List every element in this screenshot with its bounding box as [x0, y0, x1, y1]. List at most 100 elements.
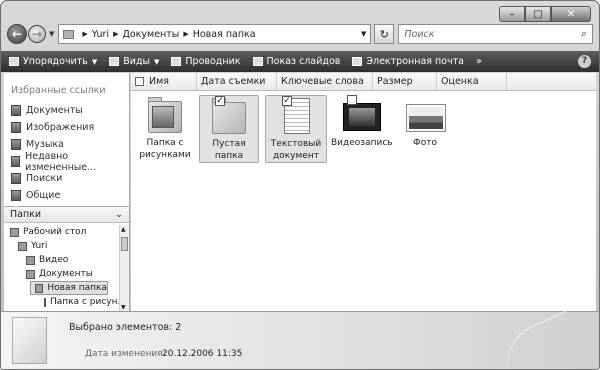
help-icon[interactable]: ?: [578, 55, 591, 68]
file-item-photo[interactable]: Фото: [395, 95, 455, 149]
search-icon[interactable]: ⌕: [581, 27, 587, 41]
favorite-label: Общие: [26, 190, 61, 201]
modified-label: Дата изменения:: [85, 349, 166, 359]
file-item-picture-folder[interactable]: Папка с рисунками: [135, 95, 195, 161]
column-headers: Имя Дата съемки Ключевые слова Размер Оц…: [131, 73, 596, 91]
item-checkbox[interactable]: ✓: [282, 96, 292, 106]
favorite-label: Музыка: [26, 139, 64, 150]
search-input[interactable]: Поиск ⌕: [398, 24, 593, 44]
tree-item-label: Видео: [39, 255, 69, 265]
slideshow-label: Показ слайдов: [266, 56, 341, 67]
refresh-button[interactable]: ↻: [374, 24, 395, 44]
navigation-bar: ← → ▼ ▶ Yuri ▶ Документы ▶ Новая папка ▼…: [7, 22, 593, 46]
item-checkbox[interactable]: ✓: [215, 96, 225, 106]
tree-item-label: Yuri: [31, 241, 48, 251]
tree-item-label: Документы: [39, 269, 93, 279]
breadcrumb-item[interactable]: Новая папка: [193, 29, 256, 40]
tree-item-yuri[interactable]: Yuri: [4, 239, 119, 253]
close-button[interactable]: ✕: [551, 6, 591, 22]
pictures-icon: [11, 122, 21, 133]
breadcrumb-item[interactable]: Yuri: [92, 29, 109, 40]
email-label: Электронная почта: [366, 56, 464, 67]
column-label: Размер: [377, 76, 413, 87]
favorite-documents[interactable]: Документы: [4, 102, 129, 119]
desktop-icon: [10, 227, 19, 237]
details-pane: Выбрано элементов: 2 Дата изменения: 20.…: [1, 309, 599, 369]
column-name[interactable]: Имя: [131, 73, 197, 90]
document-icon: ✓: [276, 96, 316, 136]
searches-icon: [11, 173, 21, 184]
chevron-right-icon[interactable]: ▶: [113, 30, 118, 38]
email-button[interactable]: Электронная почта: [352, 56, 464, 67]
views-icon: [109, 57, 120, 66]
slideshow-button[interactable]: Показ слайдов: [252, 56, 341, 67]
tree-scrollbar[interactable]: ▲ ▼: [119, 225, 129, 312]
modified-value: 20.12.2006 11:35: [162, 349, 243, 359]
more-commands-button[interactable]: »: [476, 56, 482, 67]
favorite-label: Поиски: [26, 173, 63, 184]
file-item-empty-folder[interactable]: ✓ Пустая папка: [199, 95, 259, 163]
tree-item-video[interactable]: Видео: [4, 253, 119, 267]
back-button[interactable]: ←: [7, 24, 27, 44]
file-name: Видеозапись: [331, 138, 393, 148]
explorer-icon: [171, 57, 182, 66]
recent-icon: [11, 156, 21, 167]
column-keywords[interactable]: Ключевые слова: [277, 73, 373, 90]
organize-button[interactable]: Упорядочить ▼: [9, 56, 97, 67]
column-size[interactable]: Размер: [373, 73, 437, 90]
tree-item-picture-folder[interactable]: Папка с рисун...: [4, 295, 119, 309]
chevron-right-icon[interactable]: ▶: [82, 30, 87, 38]
address-bar[interactable]: ▶ Yuri ▶ Документы ▶ Новая папка ▼: [58, 24, 372, 44]
folders-toggle[interactable]: Папки ⌄: [4, 206, 129, 223]
favorite-pictures[interactable]: Изображения: [4, 119, 129, 136]
column-rating[interactable]: Оценка: [437, 73, 507, 90]
select-all-checkbox[interactable]: [135, 77, 144, 86]
decorative-swoosh: [494, 309, 584, 369]
email-icon: [352, 57, 363, 66]
organize-label: Упорядочить: [23, 56, 88, 67]
forward-button[interactable]: →: [28, 25, 46, 43]
column-label: Оценка: [441, 76, 479, 87]
tree-item-desktop[interactable]: Рабочий стол: [4, 225, 119, 239]
scroll-up-icon[interactable]: ▲: [121, 226, 126, 233]
navigation-pane: Избранные ссылки Документы Изображения М…: [4, 73, 130, 312]
file-item-video[interactable]: Видеозапись: [331, 95, 393, 149]
folder-tree: Рабочий стол Yuri Видео Документы Новая …: [4, 225, 119, 312]
favorite-recent[interactable]: Недавно измененные...: [4, 151, 129, 173]
minimize-button[interactable]: –: [499, 6, 525, 22]
explorer-window: – □ ✕ ← → ▼ ▶ Yuri ▶ Документы ▶ Новая п…: [0, 0, 600, 370]
documents-folder-icon: [26, 269, 35, 279]
video-folder-icon: [26, 255, 35, 265]
scroll-down-icon[interactable]: ▼: [121, 304, 126, 311]
tree-item-new-folder[interactable]: Новая папка: [30, 281, 108, 295]
tree-item-documents[interactable]: Документы: [4, 267, 119, 281]
favorite-public[interactable]: Общие: [4, 187, 129, 204]
column-label: Имя: [149, 76, 169, 87]
folders-label: Папки: [10, 209, 42, 220]
file-list: Имя Дата съемки Ключевые слова Размер Оц…: [131, 73, 596, 312]
folder-icon: [44, 297, 46, 307]
explorer-button[interactable]: Проводник: [171, 56, 241, 67]
favorite-searches[interactable]: Поиски: [4, 170, 129, 187]
scrollbar-thumb[interactable]: [121, 237, 128, 251]
chevron-down-icon[interactable]: ▼: [361, 30, 366, 38]
item-checkbox[interactable]: [347, 95, 357, 105]
command-toolbar: Упорядочить ▼ Виды ▼ Проводник Показ сла…: [1, 51, 599, 72]
selected-count: Выбрано элементов: 2: [69, 322, 182, 333]
maximize-button[interactable]: □: [525, 6, 551, 22]
file-name: Фото: [412, 138, 437, 148]
recent-pages-dropdown[interactable]: ▼: [49, 30, 54, 38]
documents-icon: [11, 105, 21, 116]
video-icon: [341, 95, 381, 135]
file-name: Пустая папка: [212, 139, 246, 161]
breadcrumb-item[interactable]: Документы: [122, 29, 179, 40]
chevron-right-icon[interactable]: ▶: [183, 30, 188, 38]
views-button[interactable]: Виды ▼: [109, 56, 159, 67]
photo-icon: [405, 95, 446, 135]
chevron-down-icon: ▼: [154, 57, 160, 66]
icon-view: Папка с рисунками ✓ Пустая папка ✓ Текст…: [131, 91, 596, 311]
folder-icon: ✓: [209, 96, 249, 136]
column-date-taken[interactable]: Дата съемки: [197, 73, 277, 90]
tree-item-label: Рабочий стол: [23, 227, 87, 237]
file-item-text-document[interactable]: ✓ Текстовый документ: [265, 95, 327, 163]
